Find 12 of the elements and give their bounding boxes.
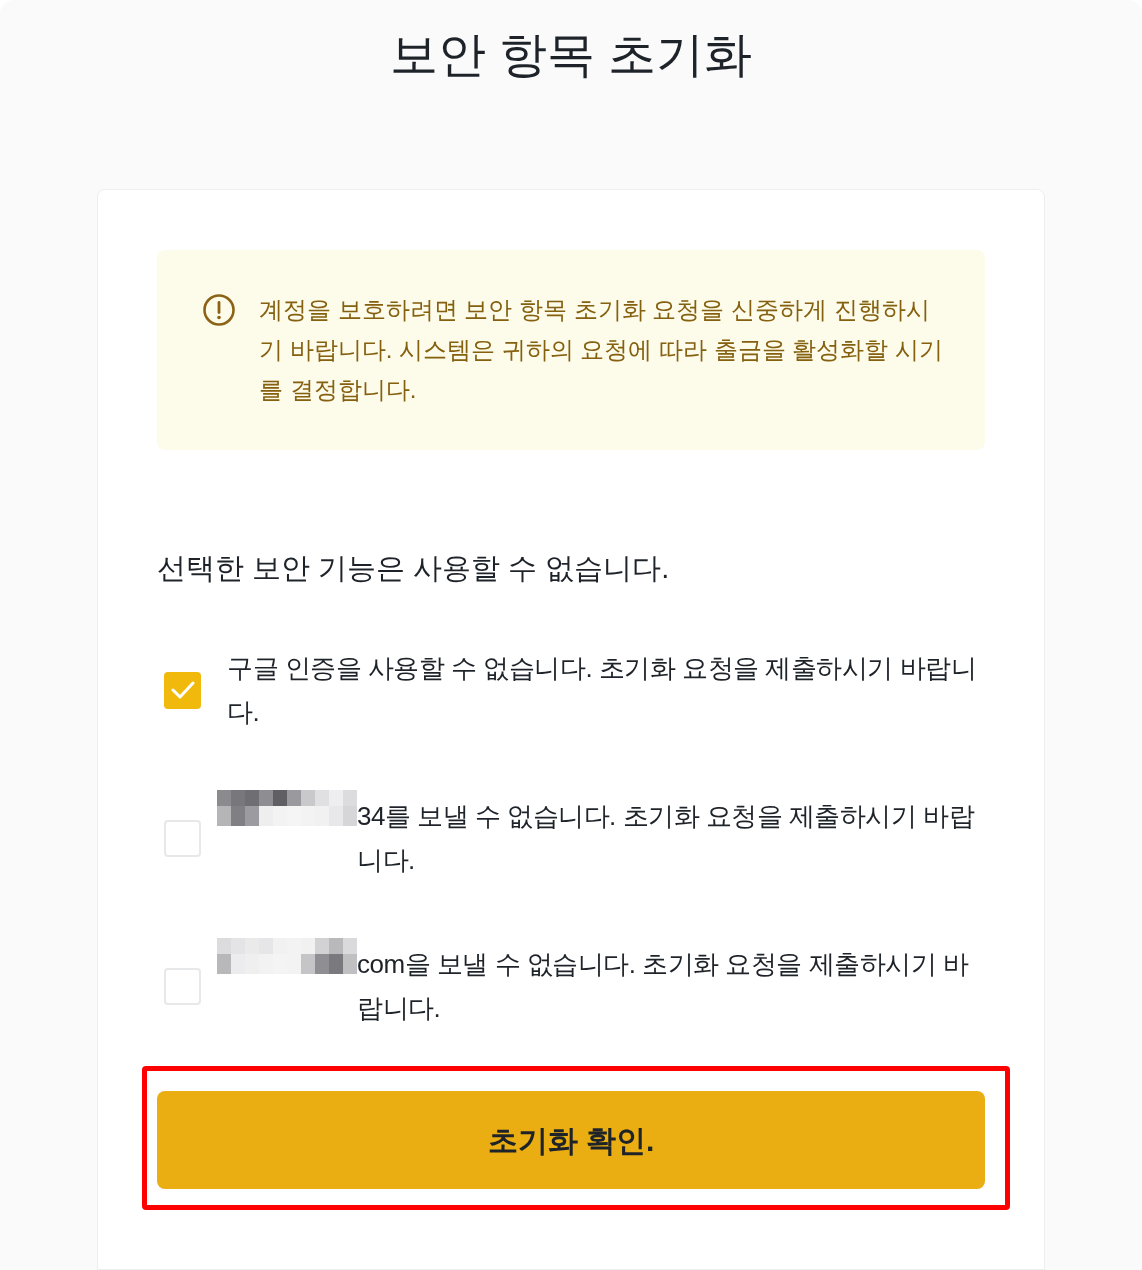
- exclamation-circle-icon: [203, 294, 235, 326]
- check-icon: [170, 681, 195, 699]
- option-text: 구글 인증을 사용할 수 없습니다. 초기화 요청을 제출하시기 바랍니다.: [227, 652, 977, 729]
- notice-text: 계정을 보호하려면 보안 항목 초기화 요청을 신중하게 진행하시기 바랍니다. 시스템은 귀하의 요청에 따라 출금을 활성화할 시기를 결정합니다.: [259, 295, 944, 405]
- option-text: com을 보낼 수 없습니다. 초기화 요청을 제출하시기 바랍니다.: [357, 948, 970, 1025]
- checkbox[interactable]: [164, 967, 201, 1005]
- page-title: 보안 항목 초기화: [389, 27, 753, 83]
- option-text: 34를 보낼 수 없습니다. 초기화 요청을 제출하시기 바랍니다.: [357, 800, 976, 877]
- checkbox[interactable]: [164, 671, 201, 709]
- checkbox[interactable]: [164, 819, 201, 857]
- section-heading: 선택한 보안 기능은 사용할 수 없습니다.: [157, 551, 671, 586]
- confirm-button[interactable]: 초기화 확인.: [157, 1091, 985, 1189]
